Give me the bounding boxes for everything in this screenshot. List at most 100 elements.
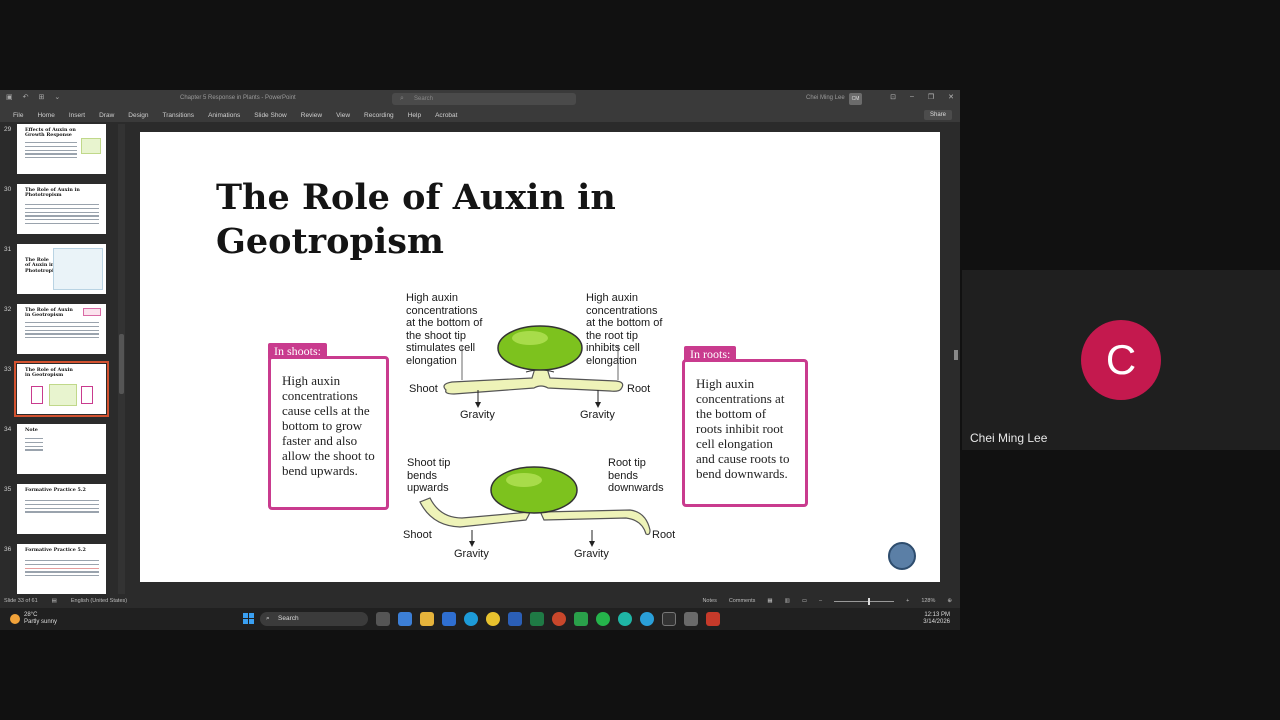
taskbar-clock[interactable]: 12:13 PM 3/14/2026 [923, 612, 950, 626]
tab-view[interactable]: View [331, 112, 359, 119]
label-gravity-1: Gravity [460, 409, 495, 421]
thumbnail-number: 30 [4, 186, 12, 193]
clock-time: 12:13 PM [924, 612, 950, 618]
slide-thumbnail-33[interactable]: The Role of Auxin in Geotropism [14, 361, 109, 417]
telegram-icon[interactable] [640, 612, 654, 626]
shoots-text: High auxin concentrations cause cells at… [282, 373, 375, 478]
label-root-top: Root [627, 383, 651, 395]
sorter-view-icon[interactable]: ▥ [785, 598, 790, 604]
meeting-stage: ▣ ↶ ⊞ ⌄ Chapter 5 Response in Plants - P… [0, 0, 1280, 720]
wechat-icon[interactable] [574, 612, 588, 626]
acrobat-icon[interactable] [706, 612, 720, 626]
taskbar-apps [376, 612, 720, 626]
zoom-level[interactable]: 128% [921, 598, 935, 604]
label-bottom-right: Root tip bends downwards [608, 457, 664, 494]
thumbnail-row: 35 Formative Practice 5.2 [0, 484, 118, 536]
tab-review[interactable]: Review [296, 112, 331, 119]
search-placeholder: Search [414, 96, 434, 102]
label-root-bottom: Root [652, 529, 676, 541]
thumbnail-row: 33 The Role of Auxin in Geotropism [0, 361, 118, 417]
participant-tile[interactable]: C Chei Ming Lee [962, 270, 1280, 450]
search-box[interactable]: ⌕ Search [392, 93, 576, 105]
reading-view-icon[interactable]: ▭ [802, 598, 807, 604]
accessibility-icon[interactable]: ▤ [52, 598, 57, 604]
slide-thumbnail-31[interactable]: The Role of Auxin in Phototropism [17, 244, 106, 294]
slide-thumbnail-32[interactable]: The Role of Auxin in Geotropism [17, 304, 106, 354]
tab-recording[interactable]: Recording [359, 112, 403, 119]
tab-slide-show[interactable]: Slide Show [249, 112, 296, 119]
powerpoint-icon[interactable] [552, 612, 566, 626]
undo-icon[interactable]: ↶ [23, 93, 29, 101]
tab-file[interactable]: File [8, 112, 32, 119]
thumbnail-title: The Role of Auxin in Phototropism [25, 257, 62, 274]
start-icon[interactable] [243, 613, 254, 624]
excel-icon[interactable] [530, 612, 544, 626]
capcut-icon[interactable] [662, 612, 676, 626]
user-avatar[interactable]: CM [849, 93, 862, 105]
whatsapp-icon[interactable] [596, 612, 610, 626]
language-indicator[interactable]: English (United States) [71, 598, 127, 604]
restore-icon[interactable]: ❐ [928, 93, 934, 101]
tab-transitions[interactable]: Transitions [158, 112, 204, 119]
label-shoot-bottom: Shoot [403, 529, 432, 541]
tab-acrobat[interactable]: Acrobat [430, 112, 466, 119]
slide-thumbnail-35[interactable]: Formative Practice 5.2 [17, 484, 106, 534]
tab-draw[interactable]: Draw [94, 112, 123, 119]
word-icon[interactable] [508, 612, 522, 626]
weather-icon [10, 614, 20, 624]
close-icon[interactable]: ✕ [948, 93, 954, 101]
tab-design[interactable]: Design [123, 112, 157, 119]
taskbar-search[interactable]: ⌕ Search [260, 612, 368, 626]
thumbnail-title: The Role of Auxin in Geotropism [25, 307, 73, 319]
thumbnail-row: 34 Note [0, 424, 118, 476]
shoots-callout[interactable]: High auxin concentrations cause cells at… [268, 356, 389, 510]
minimize-icon[interactable]: – [910, 93, 914, 101]
tab-home[interactable]: Home [32, 112, 63, 119]
zoom-in-icon[interactable]: + [906, 598, 909, 604]
thumbnail-number: 31 [4, 246, 12, 253]
thumbnail-number: 34 [4, 426, 12, 433]
label-gravity-2: Gravity [580, 409, 615, 421]
chrome-icon[interactable] [486, 612, 500, 626]
slide-thumbnail-29[interactable]: Effects of Auxin on Growth Response [17, 124, 106, 174]
slide-scrollbar[interactable] [952, 124, 960, 594]
task-view-icon[interactable] [376, 612, 390, 626]
snipping-icon[interactable] [684, 612, 698, 626]
slide-title-line2: Geotropism [216, 221, 444, 262]
slide-thumbnail-30[interactable]: The Role of Auxin in Phototropism [17, 184, 106, 234]
fit-slide-icon[interactable]: ⊕ [947, 598, 952, 604]
save-icon[interactable]: ▣ [6, 93, 13, 101]
title-bar: ▣ ↶ ⊞ ⌄ Chapter 5 Response in Plants - P… [0, 90, 960, 108]
normal-view-icon[interactable]: ▦ [767, 598, 772, 604]
tab-animations[interactable]: Animations [203, 112, 249, 119]
presenter-float-button[interactable] [888, 542, 916, 570]
roots-callout[interactable]: High auxin concentrations at the bottom … [682, 359, 808, 507]
window-controls: ⊡ – ❐ ✕ [890, 93, 954, 101]
present-icon[interactable]: ⊞ [39, 93, 45, 101]
tab-insert[interactable]: Insert [64, 112, 94, 119]
comments-button[interactable]: Comments [729, 598, 756, 604]
slide-thumbnail-34[interactable]: Note [17, 424, 106, 474]
ribbon-display-icon[interactable]: ⊡ [890, 93, 896, 101]
more-icon[interactable]: ⌄ [54, 93, 60, 101]
document-title: Chapter 5 Response in Plants - PowerPoin… [180, 95, 296, 101]
weather-widget[interactable]: 28°C Partly sunny [10, 612, 57, 626]
file-explorer-icon[interactable] [420, 612, 434, 626]
thumbnail-scrollbar[interactable] [118, 124, 125, 594]
weather-desc: Partly sunny [24, 619, 58, 625]
label-top-right: High auxin concentrations at the bottom … [586, 292, 663, 367]
chat-app-icon[interactable] [618, 612, 632, 626]
slide-thumbnail-36[interactable]: Formative Practice 5.2 [17, 544, 106, 594]
zoom-out-icon[interactable]: – [819, 598, 822, 604]
notes-button[interactable]: Notes [702, 598, 716, 604]
thumbnail-number: 33 [4, 366, 12, 373]
thumbnail-row: 32 The Role of Auxin in Geotropism [0, 304, 118, 356]
slide-title[interactable]: The Role of Auxin in Geotropism [216, 176, 696, 264]
store-icon[interactable] [442, 612, 456, 626]
widgets-icon[interactable] [398, 612, 412, 626]
zoom-slider[interactable] [834, 597, 895, 605]
tab-help[interactable]: Help [403, 112, 430, 119]
slide-title-line1: The Role of Auxin in [216, 177, 616, 218]
share-button[interactable]: Share [923, 110, 952, 120]
edge-icon[interactable] [464, 612, 478, 626]
